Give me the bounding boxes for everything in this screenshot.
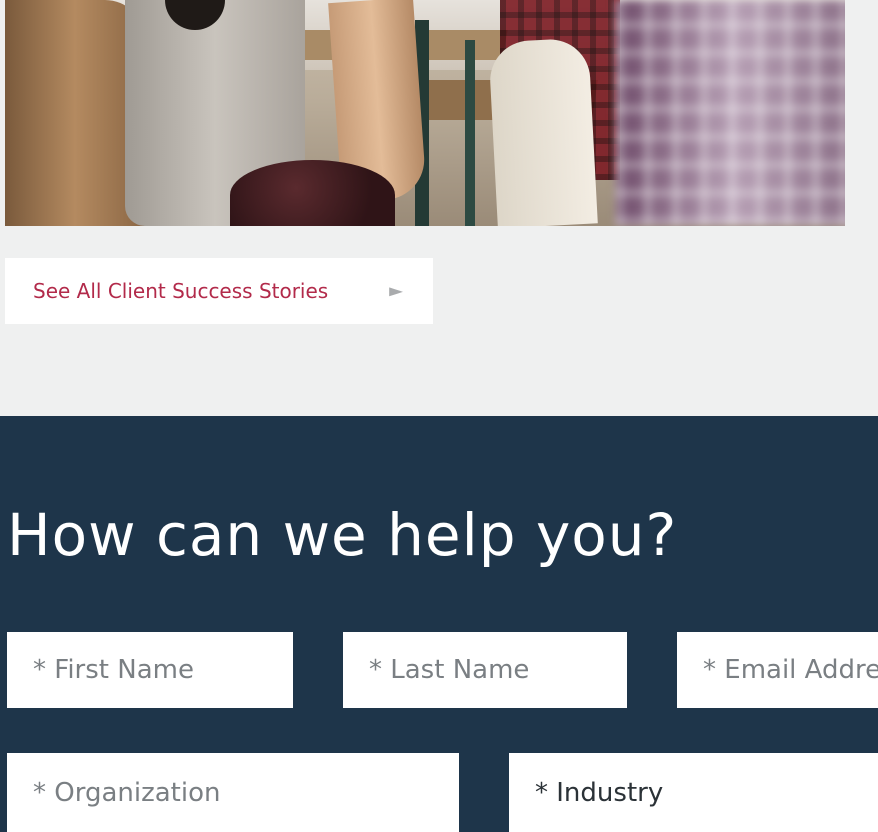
arrow-right-icon: ► (389, 280, 403, 302)
photo-student-arm (5, 0, 145, 226)
organization-input[interactable] (7, 753, 459, 832)
photo-blurred-student (615, 0, 845, 226)
industry-select[interactable]: * Industry (509, 753, 878, 832)
contact-title: How can we help you? (7, 501, 678, 569)
hero-photo (5, 0, 845, 226)
contact-form-section: How can we help you? * Industry (0, 416, 878, 832)
photo-chair (465, 40, 475, 226)
see-all-stories-label: See All Client Success Stories (33, 279, 329, 303)
email-input[interactable] (677, 632, 878, 708)
see-all-stories-button[interactable]: See All Client Success Stories ► (5, 258, 433, 324)
industry-select-value: * Industry (535, 777, 664, 808)
photo-knit-hat (230, 160, 395, 226)
photo-raised-sleeve (488, 37, 598, 226)
first-name-input[interactable] (7, 632, 293, 708)
last-name-input[interactable] (343, 632, 627, 708)
